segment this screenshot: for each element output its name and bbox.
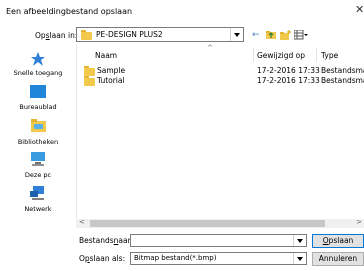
star-icon [31, 52, 45, 68]
column-separator [316, 48, 317, 62]
save-dialog: Een afbeeldingbestand opslaan ✕ Opslaan … [0, 0, 364, 271]
computer-icon [30, 152, 46, 168]
desktop-icon [30, 85, 46, 100]
close-icon[interactable]: ✕ [355, 3, 364, 16]
nav-item-network[interactable]: Netwerk [4, 186, 72, 216]
save-as-type-value: Bitmap bestand(*.bmp) [134, 254, 217, 262]
new-folder-icon[interactable] [280, 30, 291, 43]
view-menu-icon[interactable] [293, 29, 308, 43]
up-folder-icon[interactable] [266, 30, 276, 42]
save-in-label: Opslaan in: [35, 31, 78, 40]
nav-item-quick-access[interactable]: Snelle toegang [4, 52, 72, 82]
chevron-down-icon[interactable] [230, 28, 243, 41]
back-arrow-icon[interactable]: ← [252, 30, 260, 40]
column-separator [253, 48, 254, 62]
chevron-down-icon[interactable] [293, 253, 306, 264]
folder-icon [84, 66, 95, 76]
folder-icon [84, 76, 95, 86]
filename-label: Bestandsnaam: [79, 236, 138, 245]
sort-ascending-icon: ^ [207, 44, 213, 52]
navigation-pane: Snelle toegang Bureaublad Bibliotheken D… [4, 47, 72, 217]
horizontal-scrollbar[interactable]: < > [76, 218, 364, 228]
filename-combo[interactable] [130, 234, 307, 247]
save-button[interactable]: Opslaan [312, 234, 364, 248]
scrollbar-thumb[interactable] [90, 220, 325, 227]
folder-icon [81, 30, 92, 40]
title-bar: Een afbeeldingbestand opslaan ✕ [0, 0, 364, 26]
scroll-right-icon[interactable]: > [356, 218, 362, 226]
cancel-button[interactable]: Annuleren [312, 252, 364, 266]
nav-item-desktop[interactable]: Bureaublad [4, 84, 72, 114]
network-icon [30, 186, 46, 202]
dialog-title: Een afbeeldingbestand opslaan [6, 7, 133, 16]
save-in-value: PE-DESIGN PLUS2 [96, 30, 163, 39]
chevron-down-icon[interactable] [293, 235, 306, 246]
scroll-left-icon[interactable]: < [79, 218, 85, 226]
save-as-type-label: Opslaan als: [79, 254, 126, 263]
nav-item-this-pc[interactable]: Deze pc [4, 152, 72, 182]
save-in-combo[interactable]: PE-DESIGN PLUS2 [76, 27, 244, 42]
file-list: Naam ^ Gewijzigd op Type Sample 17-2-201… [76, 44, 364, 228]
column-header-name[interactable]: Naam [95, 51, 117, 60]
save-as-type-combo[interactable]: Bitmap bestand(*.bmp) [130, 252, 307, 265]
column-header-modified[interactable]: Gewijzigd op [257, 51, 305, 60]
nav-item-libraries[interactable]: Bibliotheken [4, 117, 72, 149]
library-icon [31, 117, 46, 134]
column-header-type[interactable]: Type [321, 51, 338, 60]
